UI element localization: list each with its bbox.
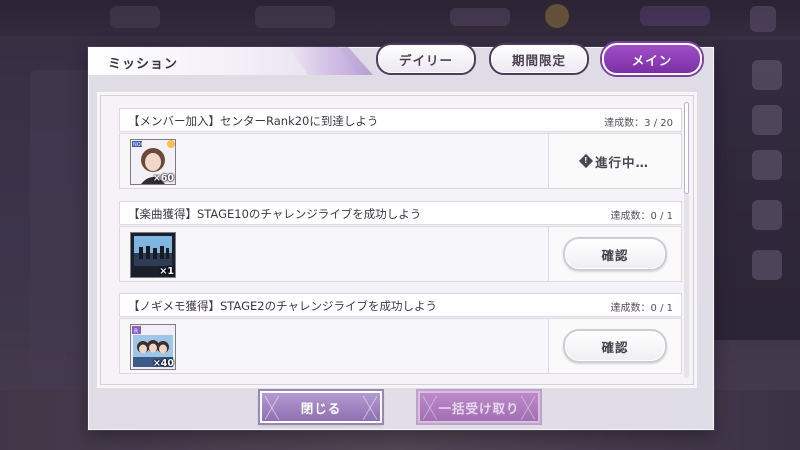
- svg-text:NOG: NOG: [133, 142, 145, 148]
- mission-name: 【メンバー加入】センターRank20に到達しよう: [128, 114, 379, 128]
- scrollbar-thumb[interactable]: [684, 102, 689, 194]
- claim-all-button[interactable]: 一括受け取り: [418, 391, 540, 423]
- close-button[interactable]: 閉じる: [260, 391, 382, 423]
- reward-count: ×1: [159, 266, 174, 277]
- mission-progress: 達成数：0 / 1: [610, 211, 673, 222]
- mission-name: 【楽曲獲得】STAGE10のチャレンジライブを成功しよう: [128, 207, 422, 221]
- tab-daily[interactable]: デイリー: [376, 43, 476, 75]
- mission-item: 【ノギメモ獲得】STAGE2のチャレンジライブを成功しよう 達成数：0 / 1 …: [119, 293, 682, 375]
- mission-header: 【メンバー加入】センターRank20に到達しよう 達成数：3 / 20: [119, 108, 682, 132]
- alert-icon: !: [578, 153, 594, 169]
- tab-limited-time[interactable]: 期間限定: [489, 43, 589, 75]
- mission-list[interactable]: 【メンバー加入】センターRank20に到達しよう 達成数：3 / 20 NOG …: [100, 95, 694, 385]
- status-label: 進行中…: [594, 154, 649, 170]
- member-card-icon[interactable]: NOG ×60: [130, 139, 176, 185]
- reward-count: ×40: [152, 358, 174, 369]
- status-in-progress: ! 進行中…: [578, 152, 649, 171]
- mission-progress: 達成数：3 / 20: [604, 118, 673, 129]
- mission-header: 【ノギメモ獲得】STAGE2のチャレンジライブを成功しよう 達成数：0 / 1: [119, 293, 682, 317]
- close-button-label: 閉じる: [300, 400, 342, 416]
- reward-count: ×60: [152, 173, 174, 184]
- claim-all-button-label: 一括受け取り: [438, 400, 520, 416]
- confirm-button[interactable]: 確認: [563, 329, 667, 363]
- tab-main[interactable]: メイン: [602, 43, 702, 75]
- mission-progress: 達成数：0 / 1: [610, 303, 673, 314]
- mission-tabs: デイリー 期間限定 メイン: [0, 43, 800, 75]
- confirm-button[interactable]: 確認: [563, 237, 667, 271]
- svg-text:R: R: [134, 328, 138, 335]
- song-jacket-icon[interactable]: ×1: [130, 232, 176, 278]
- mission-name: 【ノギメモ獲得】STAGE2のチャレンジライブを成功しよう: [128, 299, 437, 313]
- nogimemo-card-icon[interactable]: R ×40: [130, 324, 176, 370]
- mission-item: 【楽曲獲得】STAGE10のチャレンジライブを成功しよう 達成数：0 / 1 ×…: [119, 201, 682, 283]
- mission-header: 【楽曲獲得】STAGE10のチャレンジライブを成功しよう 達成数：0 / 1: [119, 201, 682, 225]
- mission-item: 【メンバー加入】センターRank20に到達しよう 達成数：3 / 20 NOG …: [119, 108, 682, 190]
